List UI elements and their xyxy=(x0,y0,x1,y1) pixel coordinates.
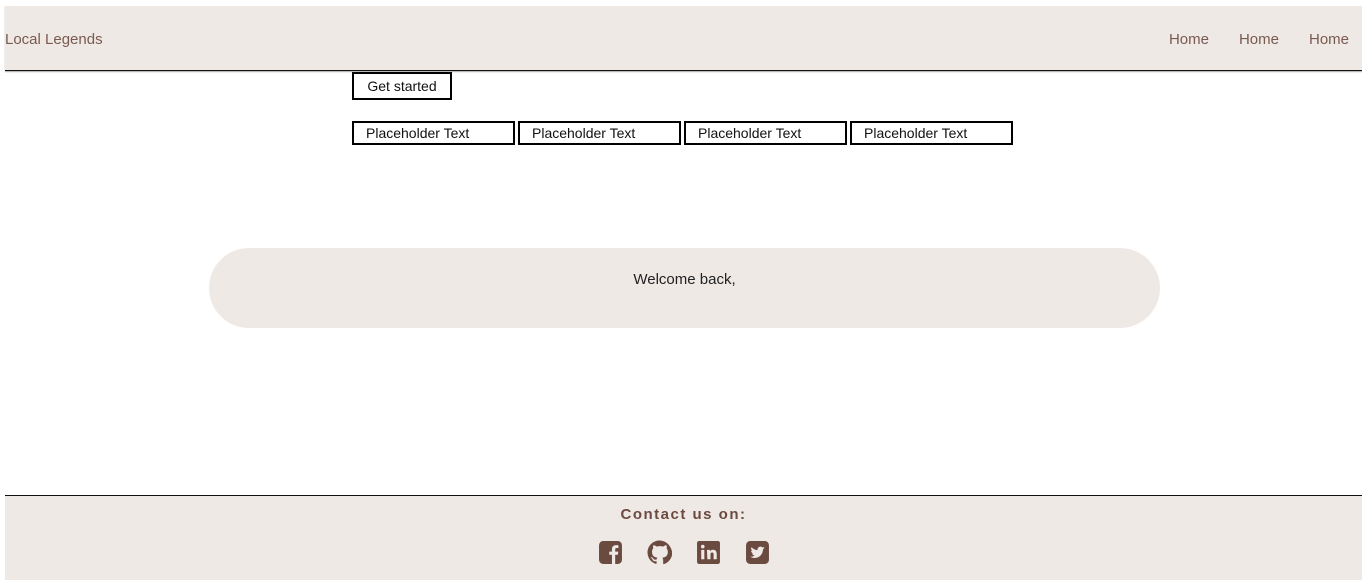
brand-link[interactable]: Local Legends xyxy=(5,31,103,48)
welcome-banner: Welcome back, xyxy=(209,248,1160,328)
twitter-icon[interactable] xyxy=(745,540,770,565)
page: Local Legends Home Home Home Get started… xyxy=(5,6,1362,580)
nav-link-home-2[interactable]: Home xyxy=(1239,31,1279,48)
get-started-button[interactable]: Get started xyxy=(352,72,452,100)
linkedin-icon[interactable] xyxy=(696,540,721,565)
nav-link-home-1[interactable]: Home xyxy=(1169,31,1209,48)
github-icon[interactable] xyxy=(647,540,672,565)
placeholder-box-2[interactable]: Placeholder Text xyxy=(518,121,681,145)
top-navbar: Local Legends Home Home Home xyxy=(5,6,1362,71)
nav-link-home-3[interactable]: Home xyxy=(1309,31,1349,48)
social-links xyxy=(5,540,1362,565)
welcome-text: Welcome back, xyxy=(633,271,736,288)
footer: Contact us on: xyxy=(5,495,1362,580)
placeholder-box-3[interactable]: Placeholder Text xyxy=(684,121,847,145)
placeholder-row: Placeholder Text Placeholder Text Placeh… xyxy=(352,121,1016,145)
facebook-icon[interactable] xyxy=(598,540,623,565)
nav-links: Home Home Home xyxy=(1139,31,1349,48)
placeholder-box-4[interactable]: Placeholder Text xyxy=(850,121,1013,145)
contact-heading: Contact us on: xyxy=(620,506,747,523)
placeholder-box-1[interactable]: Placeholder Text xyxy=(352,121,515,145)
